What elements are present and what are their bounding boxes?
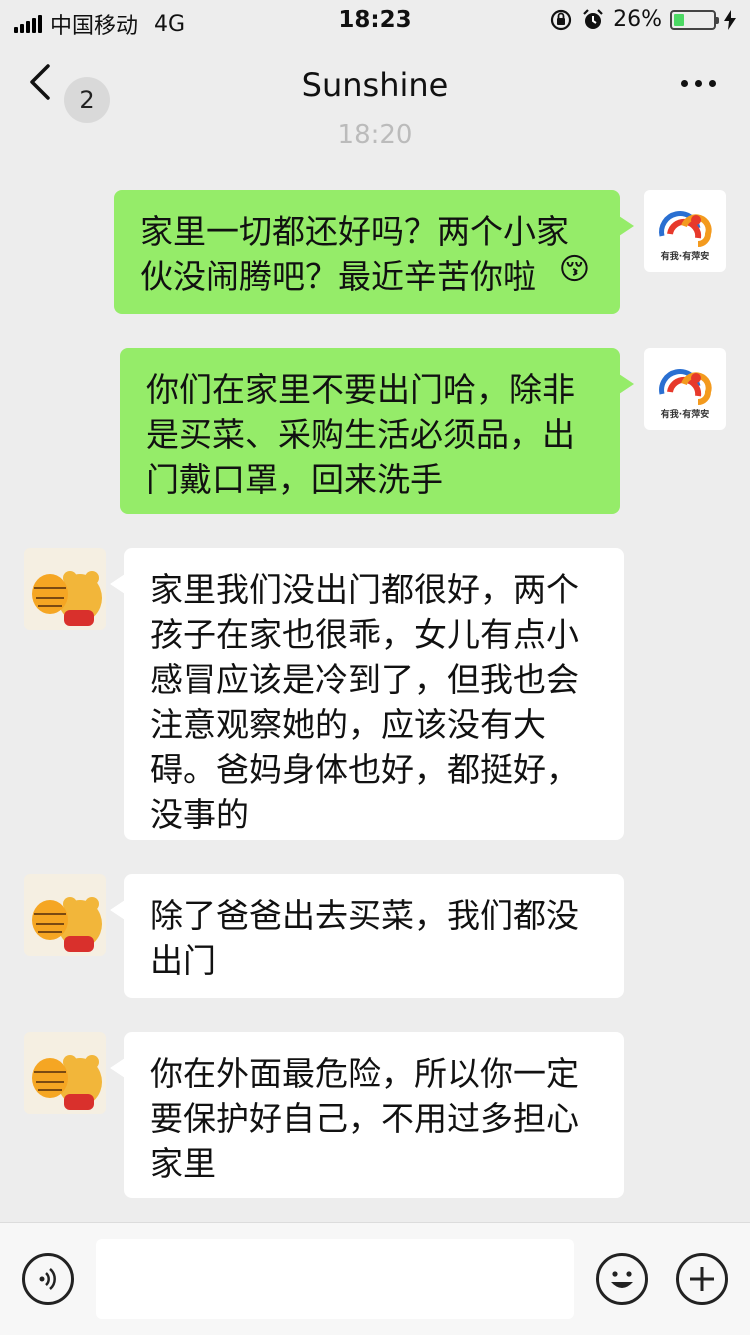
message-text: 除了爸爸出去买菜，我们都没 出门 (150, 896, 579, 980)
voice-icon[interactable] (22, 1253, 74, 1305)
chat-title: Sunshine (301, 66, 449, 104)
message-text: 家里我们没出门都很好，两个 孩子在家也很乖，女儿有点小 感冒应该是冷到了，但我也… (150, 570, 579, 834)
cartoon-bear-avatar-icon (32, 571, 102, 626)
rotation-lock-icon (550, 9, 572, 30)
message-bubble-outgoing[interactable]: 你们在家里不要出门哈，除非 是买菜、采购生活必须品，出 门戴口罩，回来洗手 (120, 348, 634, 514)
message-text: 家里一切都还好吗？两个小家 伙没闹腾吧？最近辛苦你啦 (140, 212, 569, 296)
charging-bolt-icon (724, 9, 736, 30)
message-bubble-outgoing[interactable]: 家里一切都还好吗？两个小家 伙没闹腾吧？最近辛苦你啦 😚 (114, 190, 634, 314)
cartoon-bear-avatar-icon (32, 1055, 102, 1110)
my-avatar[interactable]: 有我·有萍安 (644, 348, 726, 430)
contact-avatar[interactable] (24, 548, 106, 630)
message-text: 你在外面最危险，所以你一定 要保护好自己，不用过多担心 家里 (150, 1054, 579, 1183)
battery-icon (670, 9, 719, 30)
plus-icon[interactable] (676, 1253, 728, 1305)
avatar-caption: 有我·有萍安 (660, 410, 710, 420)
kissing-emoji: 😚 (558, 252, 590, 287)
input-bar (0, 1222, 750, 1335)
message-bubble-incoming[interactable]: 除了爸爸出去买菜，我们都没 出门 (110, 874, 624, 998)
message-bubble-incoming[interactable]: 家里我们没出门都很好，两个 孩子在家也很乖，女儿有点小 感冒应该是冷到了，但我也… (110, 548, 624, 840)
status-right: 26% (549, 7, 736, 32)
nav-bar: 2 Sunshine (0, 40, 750, 128)
message-bubble-incoming[interactable]: 你在外面最危险，所以你一定 要保护好自己，不用过多担心 家里 (110, 1032, 624, 1198)
alarm-icon (583, 8, 603, 29)
contact-avatar[interactable] (24, 874, 106, 956)
more-dots-icon[interactable] (681, 80, 716, 87)
status-bar: 中国移动 4G 18:23 26% (0, 0, 750, 40)
battery-percent: 26% (613, 7, 662, 32)
message-timestamp: 18:20 (337, 120, 413, 150)
message-text: 你们在家里不要出门哈，除非 是买菜、采购生活必须品，出 门戴口罩，回来洗手 (146, 370, 575, 499)
message-input[interactable] (96, 1239, 574, 1319)
emoji-icon[interactable] (596, 1253, 648, 1305)
my-avatar[interactable]: 有我·有萍安 (644, 190, 726, 272)
cartoon-bear-avatar-icon (32, 897, 102, 952)
contact-avatar[interactable] (24, 1032, 106, 1114)
avatar-caption: 有我·有萍安 (660, 252, 710, 262)
